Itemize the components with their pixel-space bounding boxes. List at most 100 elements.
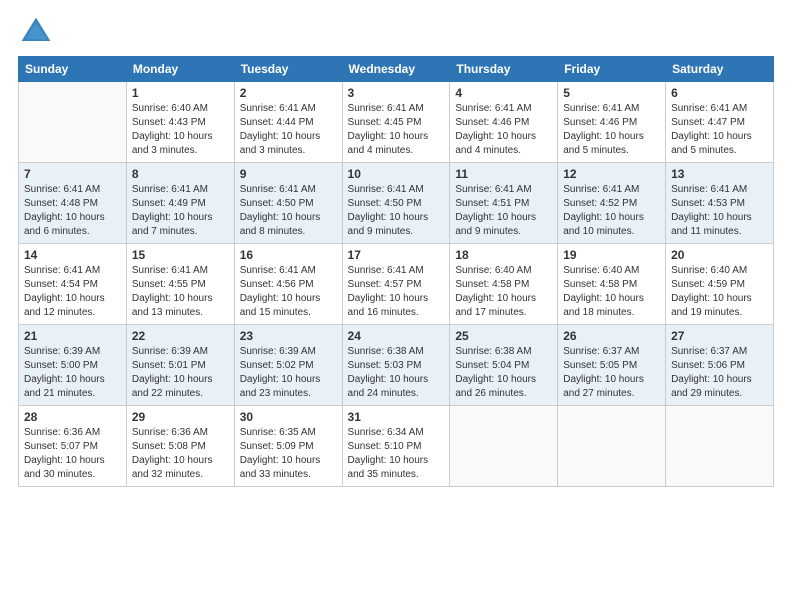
- day-number: 10: [348, 167, 445, 181]
- day-detail: Sunrise: 6:39 AM Sunset: 5:02 PM Dayligh…: [240, 345, 337, 401]
- day-cell: 26 Sunrise: 6:37 AM Sunset: 5:05 PM Dayli…: [558, 325, 666, 406]
- day-detail: Sunrise: 6:41 AM Sunset: 4:50 PM Dayligh…: [348, 183, 445, 239]
- day-number: 4: [455, 86, 552, 100]
- day-number: 25: [455, 329, 552, 343]
- calendar-table: SundayMondayTuesdayWednesdayThursdayFrid…: [18, 56, 774, 487]
- day-number: 11: [455, 167, 552, 181]
- day-number: 19: [563, 248, 660, 262]
- day-detail: Sunrise: 6:37 AM Sunset: 5:05 PM Dayligh…: [563, 345, 660, 401]
- day-cell: 21 Sunrise: 6:39 AM Sunset: 5:00 PM Dayli…: [19, 325, 127, 406]
- day-cell: 13 Sunrise: 6:41 AM Sunset: 4:53 PM Dayli…: [666, 163, 774, 244]
- day-cell: 3 Sunrise: 6:41 AM Sunset: 4:45 PM Daylig…: [342, 82, 450, 163]
- day-detail: Sunrise: 6:40 AM Sunset: 4:58 PM Dayligh…: [563, 264, 660, 320]
- day-cell: [666, 406, 774, 487]
- day-cell: 27 Sunrise: 6:37 AM Sunset: 5:06 PM Dayli…: [666, 325, 774, 406]
- week-row-1: 7 Sunrise: 6:41 AM Sunset: 4:48 PM Daylig…: [19, 163, 774, 244]
- day-detail: Sunrise: 6:38 AM Sunset: 5:03 PM Dayligh…: [348, 345, 445, 401]
- day-detail: Sunrise: 6:41 AM Sunset: 4:55 PM Dayligh…: [132, 264, 229, 320]
- day-number: 23: [240, 329, 337, 343]
- day-detail: Sunrise: 6:41 AM Sunset: 4:56 PM Dayligh…: [240, 264, 337, 320]
- day-cell: 14 Sunrise: 6:41 AM Sunset: 4:54 PM Dayli…: [19, 244, 127, 325]
- day-number: 21: [24, 329, 121, 343]
- day-detail: Sunrise: 6:41 AM Sunset: 4:51 PM Dayligh…: [455, 183, 552, 239]
- header: [18, 10, 774, 50]
- page: SundayMondayTuesdayWednesdayThursdayFrid…: [0, 0, 792, 612]
- day-cell: [450, 406, 558, 487]
- day-number: 28: [24, 410, 121, 424]
- week-row-3: 21 Sunrise: 6:39 AM Sunset: 5:00 PM Dayli…: [19, 325, 774, 406]
- day-cell: 23 Sunrise: 6:39 AM Sunset: 5:02 PM Dayli…: [234, 325, 342, 406]
- weekday-header-thursday: Thursday: [450, 57, 558, 82]
- day-number: 18: [455, 248, 552, 262]
- logo-icon: [18, 14, 54, 50]
- day-number: 3: [348, 86, 445, 100]
- day-number: 14: [24, 248, 121, 262]
- day-detail: Sunrise: 6:36 AM Sunset: 5:08 PM Dayligh…: [132, 426, 229, 482]
- day-number: 5: [563, 86, 660, 100]
- week-row-0: 1Sunrise: 6:40 AM Sunset: 4:43 PM Daylig…: [19, 82, 774, 163]
- day-cell: 5 Sunrise: 6:41 AM Sunset: 4:46 PM Daylig…: [558, 82, 666, 163]
- day-cell: 18 Sunrise: 6:40 AM Sunset: 4:58 PM Dayli…: [450, 244, 558, 325]
- day-number: 22: [132, 329, 229, 343]
- weekday-header-tuesday: Tuesday: [234, 57, 342, 82]
- day-number: 24: [348, 329, 445, 343]
- day-cell: 2Sunrise: 6:41 AM Sunset: 4:44 PM Daylig…: [234, 82, 342, 163]
- day-detail: Sunrise: 6:39 AM Sunset: 5:01 PM Dayligh…: [132, 345, 229, 401]
- day-number: 26: [563, 329, 660, 343]
- day-cell: 25Sunrise: 6:38 AM Sunset: 5:04 PM Dayli…: [450, 325, 558, 406]
- day-number: 16: [240, 248, 337, 262]
- day-number: 12: [563, 167, 660, 181]
- day-cell: 4Sunrise: 6:41 AM Sunset: 4:46 PM Daylig…: [450, 82, 558, 163]
- day-number: 30: [240, 410, 337, 424]
- day-detail: Sunrise: 6:37 AM Sunset: 5:06 PM Dayligh…: [671, 345, 768, 401]
- weekday-header-friday: Friday: [558, 57, 666, 82]
- day-cell: 12 Sunrise: 6:41 AM Sunset: 4:52 PM Dayli…: [558, 163, 666, 244]
- day-cell: 1Sunrise: 6:40 AM Sunset: 4:43 PM Daylig…: [126, 82, 234, 163]
- weekday-header-monday: Monday: [126, 57, 234, 82]
- day-cell: 8 Sunrise: 6:41 AM Sunset: 4:49 PM Daylig…: [126, 163, 234, 244]
- weekday-header-wednesday: Wednesday: [342, 57, 450, 82]
- day-number: 20: [671, 248, 768, 262]
- day-detail: Sunrise: 6:39 AM Sunset: 5:00 PM Dayligh…: [24, 345, 121, 401]
- day-cell: [558, 406, 666, 487]
- day-detail: Sunrise: 6:40 AM Sunset: 4:58 PM Dayligh…: [455, 264, 552, 320]
- day-detail: Sunrise: 6:41 AM Sunset: 4:50 PM Dayligh…: [240, 183, 337, 239]
- day-detail: Sunrise: 6:41 AM Sunset: 4:54 PM Dayligh…: [24, 264, 121, 320]
- day-detail: Sunrise: 6:41 AM Sunset: 4:48 PM Dayligh…: [24, 183, 121, 239]
- day-detail: Sunrise: 6:35 AM Sunset: 5:09 PM Dayligh…: [240, 426, 337, 482]
- day-detail: Sunrise: 6:41 AM Sunset: 4:46 PM Dayligh…: [563, 102, 660, 158]
- day-number: 17: [348, 248, 445, 262]
- day-detail: Sunrise: 6:41 AM Sunset: 4:52 PM Dayligh…: [563, 183, 660, 239]
- day-number: 27: [671, 329, 768, 343]
- day-detail: Sunrise: 6:41 AM Sunset: 4:49 PM Dayligh…: [132, 183, 229, 239]
- day-cell: 7 Sunrise: 6:41 AM Sunset: 4:48 PM Daylig…: [19, 163, 127, 244]
- day-cell: 30 Sunrise: 6:35 AM Sunset: 5:09 PM Dayli…: [234, 406, 342, 487]
- day-detail: Sunrise: 6:41 AM Sunset: 4:57 PM Dayligh…: [348, 264, 445, 320]
- day-number: 13: [671, 167, 768, 181]
- day-number: 6: [671, 86, 768, 100]
- day-detail: Sunrise: 6:41 AM Sunset: 4:53 PM Dayligh…: [671, 183, 768, 239]
- day-detail: Sunrise: 6:41 AM Sunset: 4:45 PM Dayligh…: [348, 102, 445, 158]
- day-detail: Sunrise: 6:36 AM Sunset: 5:07 PM Dayligh…: [24, 426, 121, 482]
- day-number: 8: [132, 167, 229, 181]
- day-cell: [19, 82, 127, 163]
- day-number: 29: [132, 410, 229, 424]
- day-cell: 17 Sunrise: 6:41 AM Sunset: 4:57 PM Dayli…: [342, 244, 450, 325]
- day-cell: 10 Sunrise: 6:41 AM Sunset: 4:50 PM Dayli…: [342, 163, 450, 244]
- day-cell: 24 Sunrise: 6:38 AM Sunset: 5:03 PM Dayli…: [342, 325, 450, 406]
- day-detail: Sunrise: 6:41 AM Sunset: 4:47 PM Dayligh…: [671, 102, 768, 158]
- day-detail: Sunrise: 6:40 AM Sunset: 4:59 PM Dayligh…: [671, 264, 768, 320]
- day-cell: 29 Sunrise: 6:36 AM Sunset: 5:08 PM Dayli…: [126, 406, 234, 487]
- week-row-2: 14 Sunrise: 6:41 AM Sunset: 4:54 PM Dayli…: [19, 244, 774, 325]
- day-number: 9: [240, 167, 337, 181]
- day-detail: Sunrise: 6:41 AM Sunset: 4:44 PM Dayligh…: [240, 102, 337, 158]
- day-cell: 15 Sunrise: 6:41 AM Sunset: 4:55 PM Dayli…: [126, 244, 234, 325]
- day-cell: 16 Sunrise: 6:41 AM Sunset: 4:56 PM Dayli…: [234, 244, 342, 325]
- day-cell: 20 Sunrise: 6:40 AM Sunset: 4:59 PM Dayli…: [666, 244, 774, 325]
- day-number: 15: [132, 248, 229, 262]
- day-number: 7: [24, 167, 121, 181]
- logo: [18, 14, 58, 50]
- weekday-header-row: SundayMondayTuesdayWednesdayThursdayFrid…: [19, 57, 774, 82]
- day-cell: 31Sunrise: 6:34 AM Sunset: 5:10 PM Dayli…: [342, 406, 450, 487]
- day-number: 1: [132, 86, 229, 100]
